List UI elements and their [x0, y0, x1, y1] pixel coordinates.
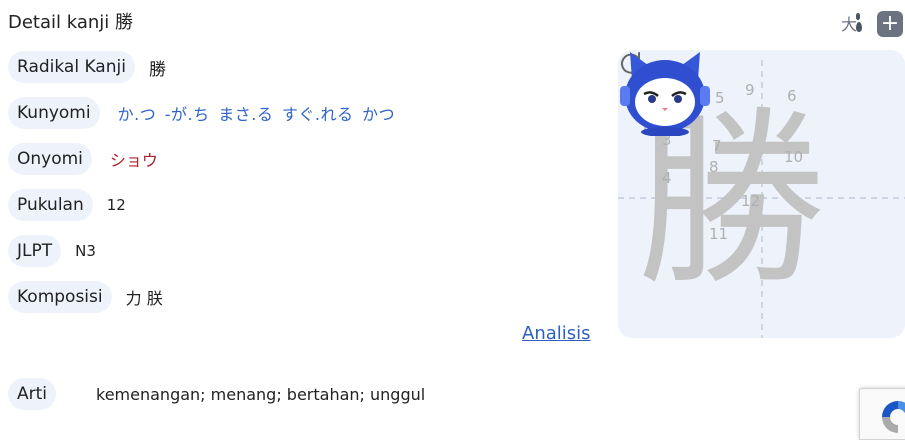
font-size-icon: 大 [841, 15, 858, 34]
detail-row-strokes: Pukulan 12 [8, 189, 126, 221]
plus-icon: + [880, 11, 900, 36]
stroke-number: 4 [662, 169, 672, 187]
detail-row-jlpt: JLPT N3 [8, 235, 96, 267]
radical-value: 勝 [148, 59, 166, 80]
composition-value[interactable]: 力 朕 [126, 285, 163, 309]
strokes-label: Pukulan [8, 189, 93, 221]
kunyomi-value[interactable]: か.つ -が.ち まさ.る すぐ.れる かつ [118, 101, 395, 125]
recaptcha-badge[interactable] [859, 388, 905, 440]
add-button[interactable]: + [877, 11, 903, 37]
stroke-order-panel[interactable]: 勝 1 2 3 4 5 6 7 8 9 10 11 12 [618, 50, 905, 338]
composition-label: Komposisi [8, 281, 112, 313]
detail-row-kunyomi: Kunyomi か.つ -が.ち まさ.る すぐ.れる かつ [8, 97, 395, 129]
mascot-icon [620, 52, 710, 136]
detail-row-radical: Radikal Kanji 勝 [8, 51, 166, 83]
stroke-number: 8 [709, 158, 719, 176]
onyomi-label: Onyomi [8, 143, 92, 175]
meaning-value: kemenangan; menang; bertahan; unggul [96, 384, 426, 404]
stroke-number: 5 [715, 89, 725, 107]
ink-drop-icon [856, 13, 860, 20]
stroke-number: 11 [709, 225, 728, 243]
analysis-link[interactable]: Analisis [522, 323, 591, 344]
kunyomi-label: Kunyomi [8, 97, 100, 129]
jlpt-label: JLPT [8, 235, 62, 267]
radical-label: Radikal Kanji [8, 51, 135, 83]
onyomi-value[interactable]: ショウ [110, 147, 158, 171]
header-actions: 大 + [837, 10, 903, 38]
strokes-value: 12 [106, 196, 126, 214]
stroke-number: 6 [787, 87, 797, 105]
stroke-number: 10 [784, 148, 803, 166]
stroke-number: 12 [741, 192, 760, 210]
recaptcha-icon [882, 401, 905, 433]
font-size-button[interactable]: 大 [837, 10, 867, 38]
meaning-row: Arti kemenangan; menang; bertahan; unggu… [8, 378, 425, 410]
detail-row-composition: Komposisi 力 朕 [8, 281, 163, 313]
stroke-number: 7 [712, 137, 722, 155]
ink-drop-icon-lower [856, 22, 862, 32]
stroke-number: 9 [745, 81, 755, 99]
page-title: Detail kanji 勝 [8, 12, 134, 33]
detail-row-onyomi: Onyomi ショウ [8, 143, 158, 175]
meaning-label: Arti [8, 378, 57, 410]
jlpt-value: N3 [75, 242, 96, 260]
